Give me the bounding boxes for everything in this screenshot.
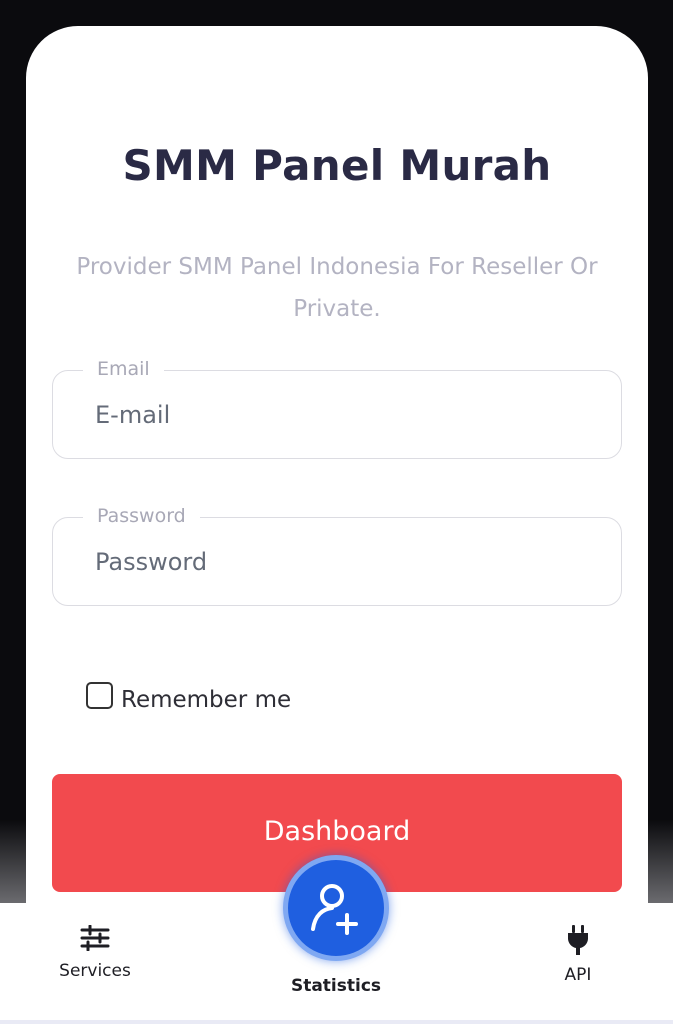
- password-field: Password: [52, 505, 622, 606]
- login-card: SMM Panel Murah Provider SMM Panel Indon…: [26, 26, 648, 926]
- remember-me-label[interactable]: Remember me: [121, 687, 291, 713]
- nav-bottom-edge: [0, 1020, 673, 1024]
- user-add-icon: [311, 884, 358, 935]
- remember-me-checkbox[interactable]: [86, 681, 113, 709]
- password-label: Password: [83, 505, 200, 527]
- nav-item-statistics[interactable]: Statistics: [268, 976, 404, 996]
- plug-icon: [568, 925, 588, 955]
- nav-item-api[interactable]: API: [540, 925, 616, 985]
- remember-me-row[interactable]: Remember me: [86, 680, 291, 713]
- password-input[interactable]: [95, 540, 595, 584]
- email-label: Email: [83, 358, 164, 380]
- nav-label-statistics: Statistics: [290, 976, 382, 996]
- email-field: Email: [52, 358, 622, 459]
- nav-label-api: API: [564, 965, 592, 985]
- page-title: SMM Panel Murah: [122, 141, 552, 190]
- sliders-icon: [80, 925, 110, 951]
- page-subtitle: Provider SMM Panel Indonesia For Reselle…: [76, 254, 598, 322]
- statistics-fab[interactable]: [283, 855, 389, 961]
- nav-item-services[interactable]: Services: [45, 925, 145, 981]
- nav-label-services: Services: [59, 961, 131, 981]
- email-input[interactable]: [95, 393, 595, 437]
